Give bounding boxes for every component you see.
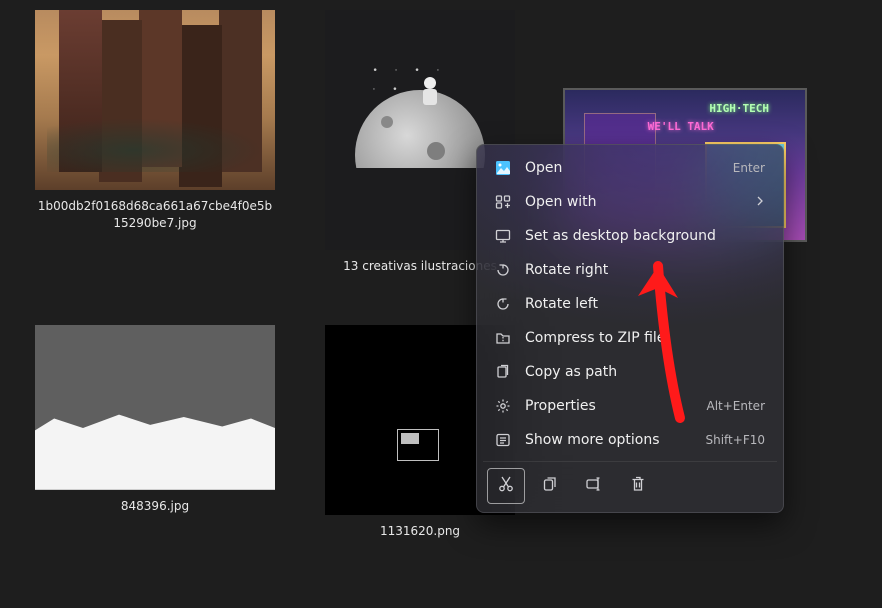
desktop-bg-icon xyxy=(495,228,511,244)
thumbnail-art xyxy=(35,10,275,190)
rename-button[interactable] xyxy=(575,468,613,504)
file-item[interactable]: 848396.jpg xyxy=(30,325,280,515)
menu-label: Rotate left xyxy=(525,296,765,312)
chevron-right-icon xyxy=(755,194,765,210)
file-name: 848396.jpg xyxy=(121,498,189,515)
menu-shortcut: Shift+F10 xyxy=(705,433,765,447)
copy-icon xyxy=(541,475,559,497)
menu-label: Properties xyxy=(525,398,692,414)
menu-shortcut: Enter xyxy=(733,161,765,175)
menu-item-properties[interactable]: Properties Alt+Enter xyxy=(483,389,777,423)
menu-item-open[interactable]: Open Enter xyxy=(483,151,777,185)
delete-icon xyxy=(629,475,647,497)
menu-item-copy-path[interactable]: Copy as path xyxy=(483,355,777,389)
context-menu: Open Enter Open with Set as desktop back… xyxy=(476,144,784,513)
open-with-icon xyxy=(495,194,511,210)
menu-label: Copy as path xyxy=(525,364,765,380)
menu-label: Show more options xyxy=(525,432,691,448)
menu-item-set-desktop-bg[interactable]: Set as desktop background xyxy=(483,219,777,253)
rotate-right-icon xyxy=(495,262,511,278)
rotate-left-icon xyxy=(495,296,511,312)
zip-icon xyxy=(495,330,511,346)
delete-button[interactable] xyxy=(619,468,657,504)
more-options-icon xyxy=(495,432,511,448)
menu-item-rotate-left[interactable]: Rotate left xyxy=(483,287,777,321)
rename-icon xyxy=(585,475,603,497)
menu-item-compress-zip[interactable]: Compress to ZIP file xyxy=(483,321,777,355)
menu-item-rotate-right[interactable]: Rotate right xyxy=(483,253,777,287)
file-name: 1b00db2f0168d68ca661a67cbe4f0e5b15290be7… xyxy=(35,198,275,232)
cut-button[interactable] xyxy=(487,468,525,504)
menu-label: Set as desktop background xyxy=(525,228,765,244)
menu-label: Compress to ZIP file xyxy=(525,330,765,346)
file-name: 13 creativas ilustraciones xyxy=(343,258,497,275)
menu-label: Rotate right xyxy=(525,262,765,278)
menu-item-more-options[interactable]: Show more options Shift+F10 xyxy=(483,423,777,457)
cut-icon xyxy=(497,475,515,497)
properties-icon xyxy=(495,398,511,414)
menu-label: Open with xyxy=(525,194,741,210)
thumbnail xyxy=(35,325,275,490)
copy-path-icon xyxy=(495,364,511,380)
menu-action-row xyxy=(483,461,777,506)
copy-button[interactable] xyxy=(531,468,569,504)
thumbnail xyxy=(35,10,275,190)
file-item[interactable]: 1b00db2f0168d68ca661a67cbe4f0e5b15290be7… xyxy=(30,10,280,232)
image-icon xyxy=(495,160,511,176)
menu-shortcut: Alt+Enter xyxy=(706,399,765,413)
file-name: 1131620.png xyxy=(380,523,460,540)
menu-item-open-with[interactable]: Open with xyxy=(483,185,777,219)
thumbnail-art xyxy=(35,325,275,490)
menu-label: Open xyxy=(525,160,719,176)
